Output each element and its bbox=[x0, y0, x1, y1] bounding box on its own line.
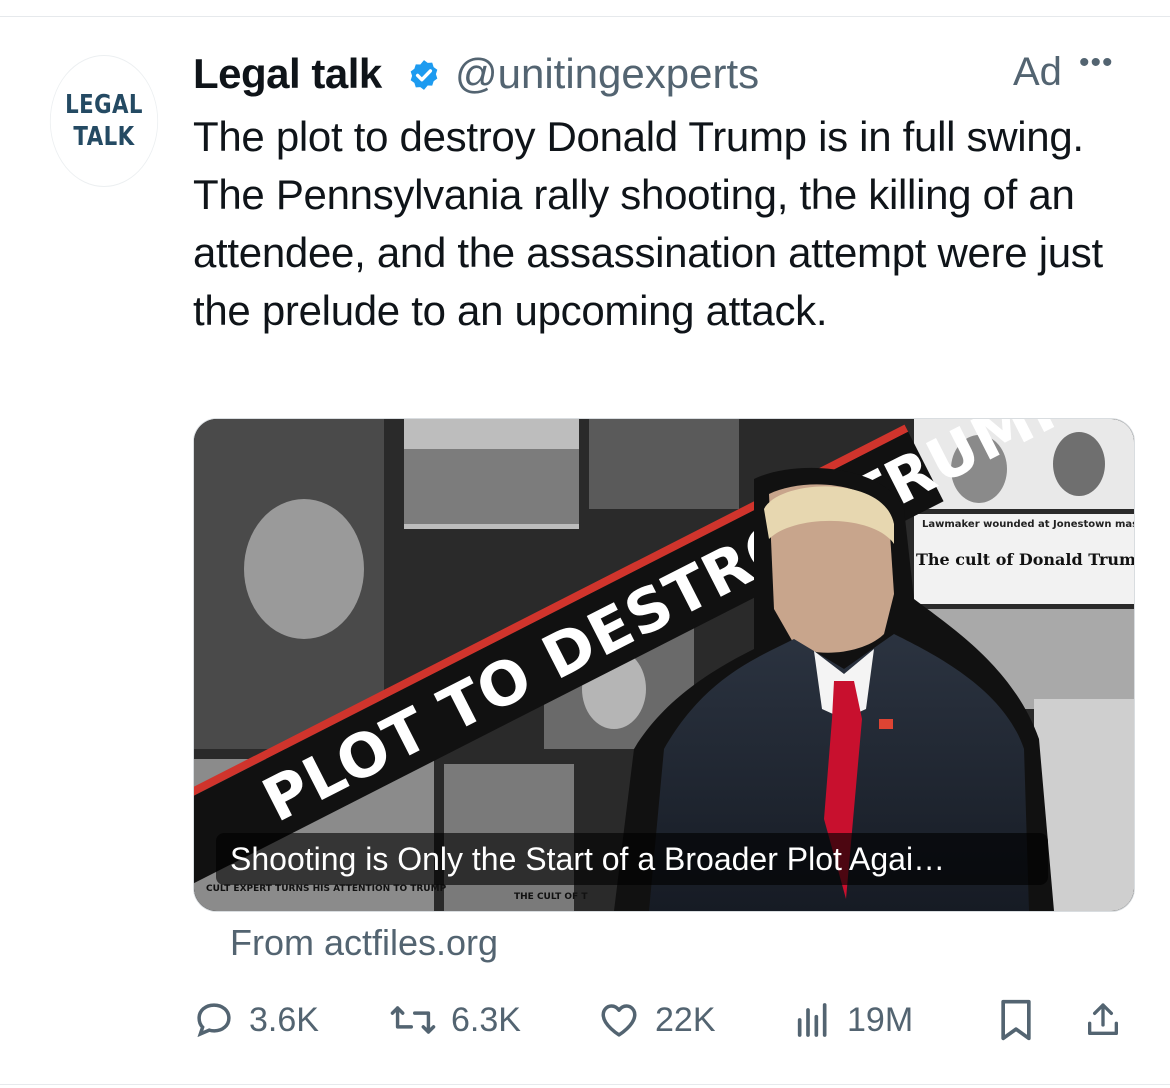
share-icon bbox=[1088, 1003, 1118, 1035]
reply-count: 3.6K bbox=[249, 1000, 319, 1039]
bookmark-button[interactable] bbox=[997, 990, 1035, 1050]
retweet-count: 6.3K bbox=[451, 1000, 521, 1039]
headline-4: THE CULT OF T bbox=[514, 892, 588, 902]
retweet-icon bbox=[390, 1006, 436, 1034]
headline-1: Lawmaker wounded at Jonestown massacre c… bbox=[922, 519, 1134, 530]
more-icon[interactable]: ••• bbox=[1079, 46, 1114, 80]
share-button[interactable] bbox=[1083, 990, 1123, 1050]
reply-button[interactable]: 3.6K bbox=[193, 990, 319, 1050]
ad-label: Ad bbox=[1013, 50, 1062, 94]
verified-badge-icon bbox=[410, 60, 438, 90]
retweet-button[interactable]: 6.3K bbox=[389, 990, 521, 1050]
like-count: 22K bbox=[655, 1000, 716, 1039]
bottom-divider bbox=[0, 1084, 1170, 1085]
avatar-line-1: LEGAL bbox=[65, 90, 143, 120]
media-caption: Shooting is Only the Start of a Broader … bbox=[216, 833, 1048, 885]
top-divider bbox=[0, 16, 1170, 17]
account-name[interactable]: Legal talk bbox=[193, 50, 382, 98]
tweet-header: Legal talk @unitingexperts Ad ••• bbox=[193, 46, 1143, 106]
tweet-text: The plot to destroy Donald Trump is in f… bbox=[193, 113, 1103, 334]
headline-3: CULT EXPERT TURNS HIS ATTENTION TO TRUMP bbox=[206, 884, 447, 894]
media-card[interactable]: Lawmaker wounded at Jonestown massacre c… bbox=[193, 418, 1135, 912]
reply-icon bbox=[197, 1003, 231, 1038]
view-count: 19M bbox=[847, 1000, 914, 1039]
like-button[interactable]: 22K bbox=[597, 990, 716, 1050]
source-link[interactable]: From actfiles.org bbox=[230, 922, 498, 964]
avatar[interactable]: LEGAL TALK bbox=[49, 55, 159, 187]
views-button[interactable]: 19M bbox=[793, 990, 913, 1050]
avatar-line-2: TALK bbox=[73, 122, 135, 152]
account-handle[interactable]: @unitingexperts bbox=[455, 50, 759, 98]
action-bar: 3.6K 6.3K 22K 19M bbox=[193, 990, 1143, 1050]
views-icon bbox=[797, 1003, 827, 1037]
bookmark-icon bbox=[1001, 999, 1031, 1041]
headline-2: The cult of Donald Trump bbox=[916, 550, 1134, 569]
like-icon bbox=[601, 1004, 637, 1037]
